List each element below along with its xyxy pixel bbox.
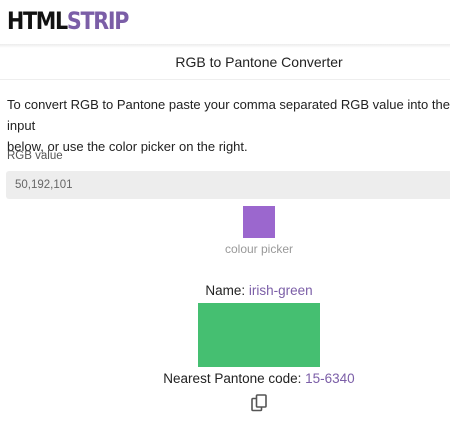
page-title: RGB to Pantone Converter [175, 54, 343, 70]
code-value: 15-6340 [305, 371, 355, 386]
header-divider [0, 44, 450, 48]
title-divider [0, 79, 450, 80]
intro-text: To convert RGB to Pantone paste your com… [7, 97, 450, 154]
logo-text-strip: STRIP [66, 7, 129, 35]
logo-text-html: HTML [7, 7, 68, 35]
rgb-value-label: RGB value [7, 150, 63, 162]
result-code: Nearest Pantone code: 15-6340 [0, 371, 450, 386]
pantone-color-swatch [198, 303, 320, 367]
colour-picker-swatch[interactable] [243, 206, 275, 238]
name-value: irish-green [248, 283, 313, 298]
copy-icon[interactable] [250, 394, 268, 412]
colour-picker-label: colour picker [224, 242, 294, 256]
name-label: Name: [205, 283, 249, 298]
code-label: Nearest Pantone code: [163, 371, 306, 386]
site-logo[interactable]: HTMLSTRIP [7, 6, 129, 36]
result-name: Name: irish-green [0, 283, 450, 298]
rgb-value-input[interactable] [6, 171, 450, 199]
